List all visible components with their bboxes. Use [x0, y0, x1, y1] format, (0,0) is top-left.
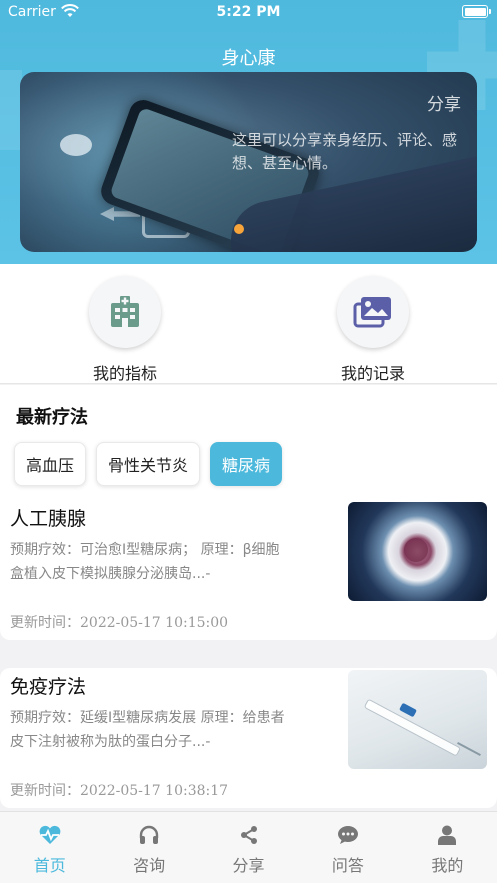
heartbeat-icon — [0, 824, 99, 846]
quick-actions: 我的指标 我的记录 — [0, 264, 497, 384]
banner-carousel[interactable]: 分享 这里可以分享亲身经历、评论、感想、甚至心情。 — [20, 72, 477, 252]
chat-bubble-icon — [298, 824, 397, 846]
banner-description: 这里可以分享亲身经历、评论、感想、甚至心情。 — [232, 131, 458, 172]
my-records-label: 我的记录 — [340, 364, 405, 383]
therapy-title: 人工胰腺 — [10, 508, 87, 530]
hospital-icon — [89, 276, 161, 348]
therapy-thumbnail — [348, 502, 487, 601]
status-bar: Carrier 5:22 PM — [0, 0, 497, 26]
chat-bubble-graphic — [60, 134, 92, 156]
tab-label: 问答 — [331, 856, 364, 875]
therapy-card[interactable]: 人工胰腺 预期疗效：可治愈I型糖尿病； 原理：β细胞盒植入皮下模拟胰腺分泌胰岛.… — [0, 500, 497, 640]
tab-mine[interactable]: 我的 — [398, 812, 497, 883]
category-chip-hypertension[interactable]: 高血压 — [14, 442, 87, 486]
carousel-indicator-dot[interactable] — [234, 224, 244, 234]
updated-time: 2022-05-17 10:38:17 — [80, 783, 229, 799]
my-records-button[interactable]: 我的记录 — [298, 276, 448, 384]
therapy-updated: 更新时间：2022-05-17 10:38:17 — [10, 780, 228, 800]
clock: 5:22 PM — [216, 4, 281, 20]
tab-qa[interactable]: 问答 — [298, 812, 397, 883]
tab-label: 首页 — [33, 856, 66, 875]
therapy-title: 免疫疗法 — [10, 676, 87, 698]
therapy-updated: 更新时间：2022-05-17 10:15:00 — [10, 612, 228, 632]
section-title: 最新疗法 — [16, 407, 88, 428]
tab-bar: 首页 咨询 分享 问答 我的 — [0, 811, 497, 883]
category-chip-diabetes[interactable]: 糖尿病 — [210, 442, 283, 486]
tab-home[interactable]: 首页 — [0, 812, 99, 883]
user-icon — [398, 824, 497, 846]
tab-consult[interactable]: 咨询 — [99, 812, 198, 883]
therapy-description: 预期疗效：可治愈I型糖尿病； 原理：β细胞盒植入皮下模拟胰腺分泌胰岛...- — [10, 542, 280, 582]
photo-album-icon — [337, 276, 409, 348]
updated-label: 更新时间： — [10, 783, 80, 799]
therapy-thumbnail — [348, 670, 487, 769]
tab-label: 我的 — [431, 856, 464, 875]
banner-share-label: 分享 — [427, 95, 461, 115]
therapy-card[interactable]: 免疫疗法 预期疗效：延缓I型糖尿病发展 原理：给患者皮下注射被称为肽的蛋白分子.… — [0, 668, 497, 808]
battery-icon — [462, 5, 491, 18]
tab-share[interactable]: 分享 — [199, 812, 298, 883]
share-icon — [199, 824, 298, 846]
category-chip-osteoarthritis[interactable]: 骨性关节炎 — [96, 442, 201, 486]
therapy-description: 预期疗效：延缓I型糖尿病发展 原理：给患者皮下注射被称为肽的蛋白分子...- — [10, 710, 285, 750]
latest-therapies-section: 最新疗法 高血压 骨性关节炎 糖尿病 — [0, 385, 497, 500]
app-title: 身心康 — [221, 48, 276, 69]
updated-label: 更新时间： — [10, 615, 80, 631]
updated-time: 2022-05-17 10:15:00 — [80, 615, 229, 631]
headphones-icon — [99, 824, 198, 846]
tab-label: 分享 — [232, 856, 265, 875]
my-indicators-button[interactable]: 我的指标 — [50, 276, 200, 384]
category-tabs: 高血压 骨性关节炎 糖尿病 — [14, 442, 283, 486]
my-indicators-label: 我的指标 — [92, 364, 157, 383]
header: Carrier 5:22 PM 身心康 分享 这里可以分享亲身经历、评论、感想、… — [0, 0, 497, 264]
tab-label: 咨询 — [133, 856, 166, 875]
